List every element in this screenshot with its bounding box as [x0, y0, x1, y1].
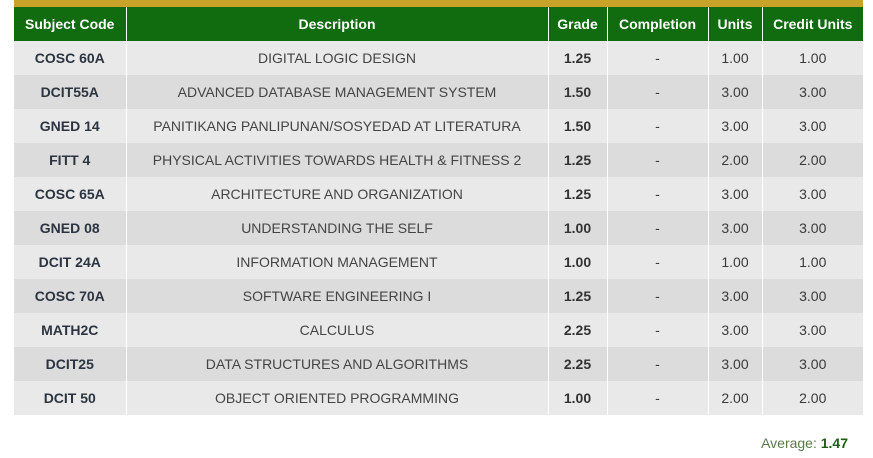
cell-units: 3.00: [708, 347, 763, 381]
cell-completion: -: [607, 109, 709, 143]
cell-credit-units: 2.00: [762, 381, 863, 415]
table-row: COSC 70A SOFTWARE ENGINEERING I 1.25-3.00 3…: [14, 279, 863, 313]
cell-units: 2.00: [708, 143, 763, 177]
average-label: Average:: [761, 435, 817, 451]
cell-description: PANITIKANG PANLIPUNAN/SOSYEDAD AT LITERA…: [126, 109, 549, 143]
cell-units: 3.00: [708, 75, 763, 109]
cell-units: 2.00: [708, 381, 763, 415]
cell-description: SOFTWARE ENGINEERING I: [126, 279, 549, 313]
cell-units: 3.00: [708, 211, 763, 245]
table-row: DCIT55A ADVANCED DATABASE MANAGEMENT SYST…: [14, 75, 863, 109]
table-row: MATH2C CALCULUS 2.25-3.00 3.00: [14, 313, 863, 347]
average-value: 1.47: [820, 435, 848, 451]
cell-completion: -: [607, 313, 709, 347]
cell-completion: -: [607, 41, 709, 75]
cell-completion: -: [607, 211, 709, 245]
cell-completion: -: [607, 245, 709, 279]
cell-credit-units: 3.00: [762, 313, 863, 347]
cell-grade: 1.00: [548, 245, 608, 279]
header-description: Description: [126, 7, 549, 41]
cell-credit-units: 3.00: [762, 75, 863, 109]
cell-credit-units: 3.00: [762, 177, 863, 211]
cell-credit-units: 2.00: [762, 143, 863, 177]
cell-completion: -: [607, 75, 709, 109]
cell-credit-units: 1.00: [762, 245, 863, 279]
cell-description: DATA STRUCTURES AND ALGORITHMS: [126, 347, 549, 381]
table-row: FITT 4 PHYSICAL ACTIVITIES TOWARDS HEALTH…: [14, 143, 863, 177]
table-row: GNED 14 PANITIKANG PANLIPUNAN/SOSYEDAD AT…: [14, 109, 863, 143]
cell-subject-code: DCIT 24A: [14, 245, 127, 279]
cell-units: 3.00: [708, 177, 763, 211]
cell-subject-code: COSC 60A: [14, 41, 127, 75]
table-row: COSC 65A ARCHITECTURE AND ORGANIZATION 1.2…: [14, 177, 863, 211]
cell-grade: 1.00: [548, 211, 608, 245]
cell-units: 3.00: [708, 279, 763, 313]
table-row: DCIT 24A INFORMATION MANAGEMENT 1.00-1.00 1…: [14, 245, 863, 279]
cell-credit-units: 3.00: [762, 279, 863, 313]
header-completion: Completion: [607, 7, 709, 41]
cell-credit-units: 3.00: [762, 211, 863, 245]
cell-credit-units: 3.00: [762, 347, 863, 381]
table-row: COSC 60A DIGITAL LOGIC DESIGN 1.25-1.00 1.0…: [14, 41, 863, 75]
header-units: Units: [708, 7, 763, 41]
cell-subject-code: DCIT 50: [14, 381, 127, 415]
cell-completion: -: [607, 177, 709, 211]
cell-units: 1.00: [708, 41, 763, 75]
average-summary: Average: 1.47: [761, 435, 848, 451]
cell-description: CALCULUS: [126, 313, 549, 347]
cell-completion: -: [607, 381, 709, 415]
header-grade: Grade: [548, 7, 608, 41]
cell-credit-units: 1.00: [762, 41, 863, 75]
cell-grade: 1.25: [548, 279, 608, 313]
table-row: DCIT 50 OBJECT ORIENTED PROGRAMMING 1.00-2…: [14, 381, 863, 415]
cell-grade: 1.50: [548, 75, 608, 109]
cell-grade: 1.25: [548, 41, 608, 75]
cell-units: 3.00: [708, 109, 763, 143]
cell-grade: 1.25: [548, 177, 608, 211]
table-row: DCIT25 DATA STRUCTURES AND ALGORITHMS 2.25…: [14, 347, 863, 381]
cell-subject-code: COSC 65A: [14, 177, 127, 211]
table-header-row: Subject Code Description Grade Completio…: [14, 7, 863, 41]
cell-completion: -: [607, 279, 709, 313]
cell-completion: -: [607, 347, 709, 381]
cell-subject-code: FITT 4: [14, 143, 127, 177]
cell-credit-units: 3.00: [762, 109, 863, 143]
table-body: COSC 60A DIGITAL LOGIC DESIGN 1.25-1.00 1.0…: [14, 41, 863, 415]
cell-description: INFORMATION MANAGEMENT: [126, 245, 549, 279]
cell-units: 1.00: [708, 245, 763, 279]
cell-description: UNDERSTANDING THE SELF: [126, 211, 549, 245]
cell-description: DIGITAL LOGIC DESIGN: [126, 41, 549, 75]
header-credit-units: Credit Units: [762, 7, 863, 41]
cell-units: 3.00: [708, 313, 763, 347]
table-row: GNED 08 UNDERSTANDING THE SELF 1.00-3.00 3.…: [14, 211, 863, 245]
cell-description: ARCHITECTURE AND ORGANIZATION: [126, 177, 549, 211]
cell-subject-code: COSC 70A: [14, 279, 127, 313]
cell-grade: 1.50: [548, 109, 608, 143]
cell-grade: 1.00: [548, 381, 608, 415]
cell-completion: -: [607, 143, 709, 177]
header-subject-code: Subject Code: [14, 7, 127, 41]
cell-subject-code: DCIT55A: [14, 75, 127, 109]
cell-grade: 2.25: [548, 347, 608, 381]
cell-subject-code: MATH2C: [14, 313, 127, 347]
cell-description: ADVANCED DATABASE MANAGEMENT SYSTEM: [126, 75, 549, 109]
cell-subject-code: GNED 14: [14, 109, 127, 143]
cell-subject-code: GNED 08: [14, 211, 127, 245]
top-accent-bar: [14, 0, 863, 7]
grades-table: Subject Code Description Grade Completio…: [14, 7, 863, 415]
cell-description: PHYSICAL ACTIVITIES TOWARDS HEALTH & FIT…: [126, 143, 549, 177]
cell-grade: 1.25: [548, 143, 608, 177]
cell-description: OBJECT ORIENTED PROGRAMMING: [126, 381, 549, 415]
cell-grade: 2.25: [548, 313, 608, 347]
cell-subject-code: DCIT25: [14, 347, 127, 381]
